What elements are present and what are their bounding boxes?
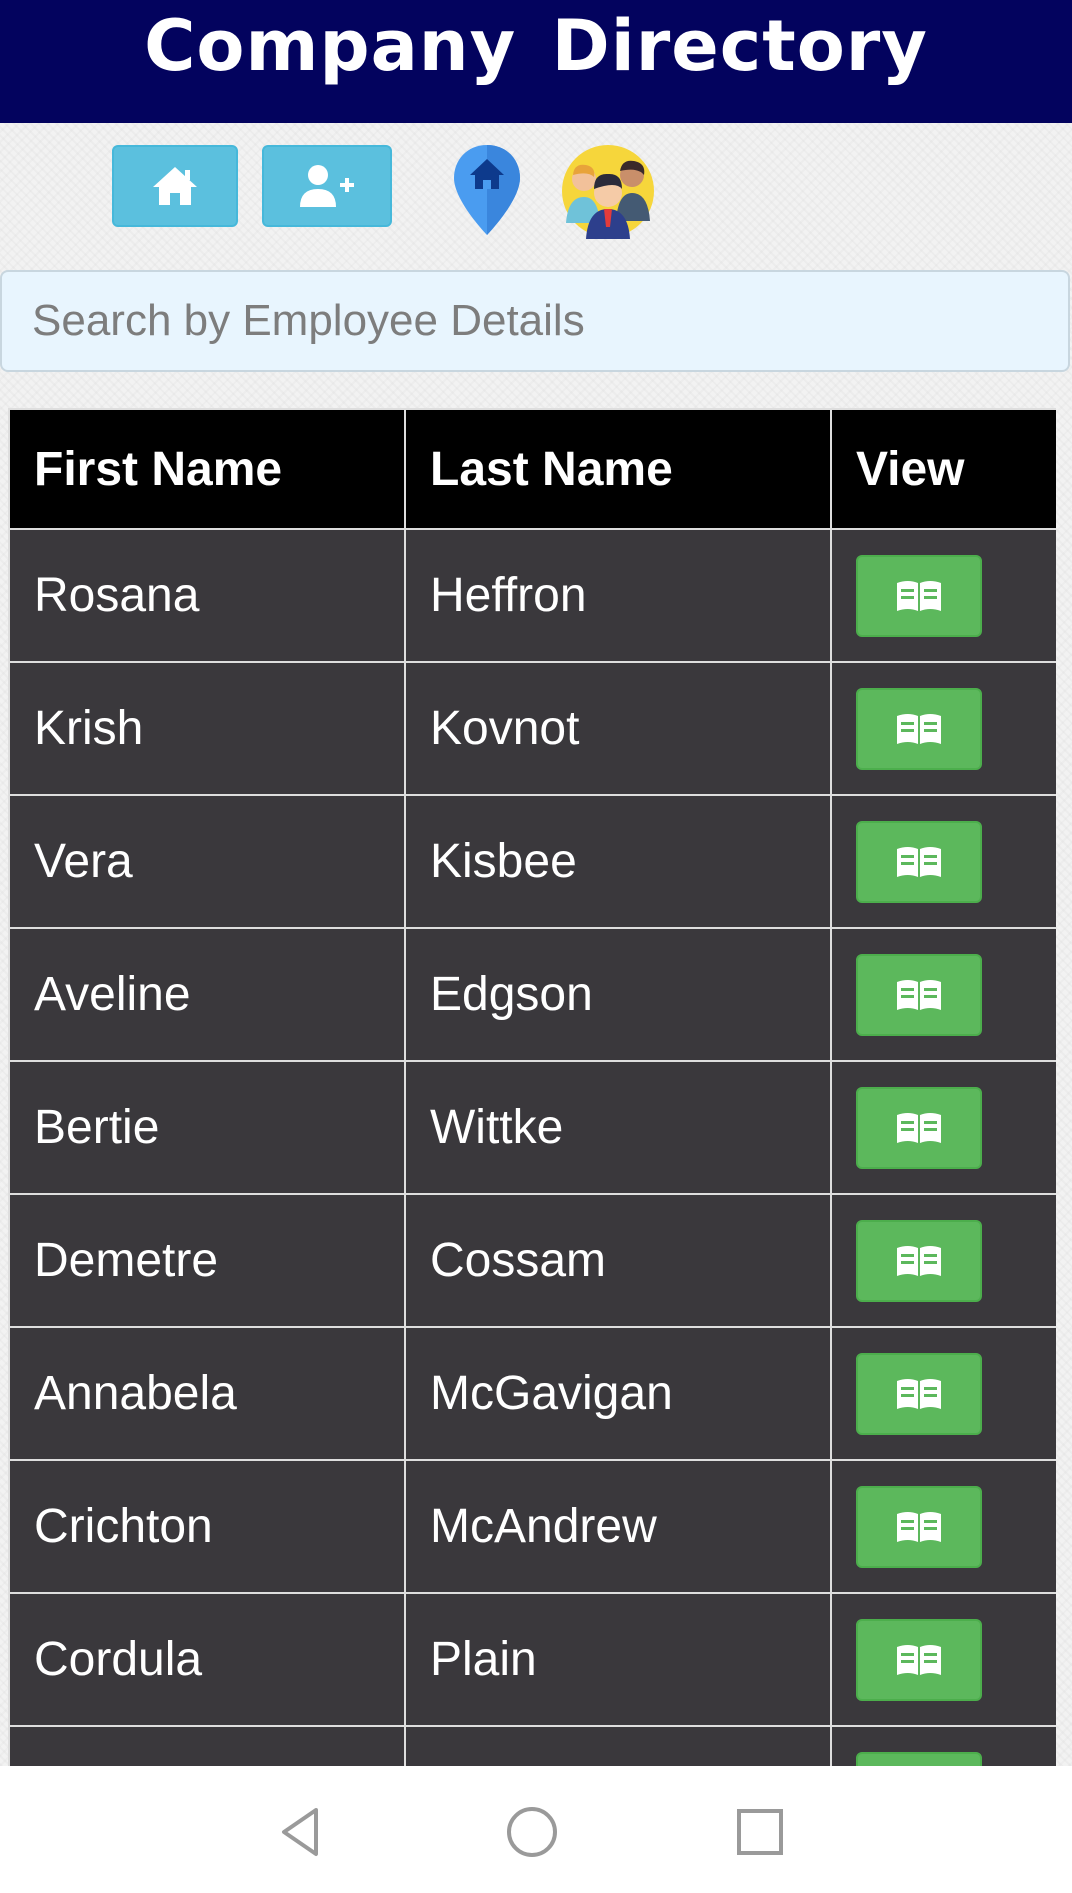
table-row: Crichton McAndrew [8,1459,1056,1594]
view-cell [830,1725,1056,1766]
table-row: Rosana Heffron [8,528,1056,663]
table-header-row: First Name Last Name View [8,408,1056,530]
table-row: Cordula Plain [8,1592,1056,1727]
first-name-cell: Demetre [8,1193,406,1328]
first-name-cell: Aveline [8,927,406,1062]
view-cell [830,1592,1056,1727]
open-book-icon [897,846,941,877]
last-name-cell: Cossam [404,1193,832,1328]
view-employee-button[interactable] [856,1086,982,1169]
view-cell [830,1193,1056,1328]
table-row [8,1725,1056,1766]
search-bar [0,270,1070,372]
last-name-cell: Wittke [404,1060,832,1195]
open-book-icon [897,1378,941,1409]
recents-square-icon[interactable] [730,1802,790,1862]
open-book-icon [897,1511,941,1542]
view-cell [830,1459,1056,1594]
employee-table: First Name Last Name View Rosana Heffron K… [8,408,1056,1766]
view-employee-button[interactable] [856,1751,982,1766]
open-book-icon [897,979,941,1010]
table-row: Krish Kovnot [8,661,1056,796]
system-navigation-bar [0,1766,1072,1893]
view-cell [830,927,1056,1062]
view-employee-button[interactable] [856,1352,982,1435]
table-row: Bertie Wittke [8,1060,1056,1195]
user-plus-icon [300,165,354,207]
view-cell [830,1060,1056,1195]
open-book-icon [897,1245,941,1276]
last-name-cell: McAndrew [404,1459,832,1594]
home-button[interactable] [112,145,238,227]
first-name-cell: Bertie [8,1060,406,1195]
open-book-icon [897,713,941,744]
table-row: Annabela McGavigan [8,1326,1056,1461]
page-title: Company Directory [144,5,928,87]
view-cell [830,661,1056,796]
home-circle-icon[interactable] [502,1802,562,1862]
view-employee-button[interactable] [856,1618,982,1701]
column-header-first-name[interactable]: First Name [8,408,406,530]
view-employee-button[interactable] [856,554,982,637]
last-name-cell: Heffron [404,528,832,663]
toolbar [0,123,1072,273]
view-employee-button[interactable] [856,953,982,1036]
view-cell [830,1326,1056,1461]
view-employee-button[interactable] [856,687,982,770]
table-row: Demetre Cossam [8,1193,1056,1328]
view-employee-button[interactable] [856,1219,982,1302]
first-name-cell [8,1725,406,1766]
last-name-cell [404,1725,832,1766]
first-name-cell: Cordula [8,1592,406,1727]
open-book-icon [897,1644,941,1675]
column-header-view: View [830,408,1056,530]
first-name-cell: Annabela [8,1326,406,1461]
search-input[interactable] [0,270,1070,372]
employee-table-container: First Name Last Name View Rosana Heffron K… [8,408,1056,1766]
first-name-cell: Crichton [8,1459,406,1594]
column-header-last-name[interactable]: Last Name [404,408,832,530]
table-body: Rosana Heffron Krish Kovnot Vera Kisbee Avelin… [8,528,1056,1766]
open-book-icon [897,580,941,611]
map-pin-home-icon[interactable] [452,143,522,237]
open-book-icon [897,1112,941,1143]
last-name-cell: Kovnot [404,661,832,796]
view-cell [830,794,1056,929]
view-employee-button[interactable] [856,1485,982,1568]
view-cell [830,528,1056,663]
first-name-cell: Krish [8,661,406,796]
view-employee-button[interactable] [856,820,982,903]
back-triangle-icon[interactable] [272,1802,332,1862]
last-name-cell: Plain [404,1592,832,1727]
last-name-cell: McGavigan [404,1326,832,1461]
team-people-icon[interactable] [560,143,656,239]
table-row: Aveline Edgson [8,927,1056,1062]
table-row: Vera Kisbee [8,794,1056,929]
first-name-cell: Vera [8,794,406,929]
first-name-cell: Rosana [8,528,406,663]
home-icon [153,167,197,205]
app-header: Company Directory [0,0,1072,123]
last-name-cell: Kisbee [404,794,832,929]
last-name-cell: Edgson [404,927,832,1062]
add-user-button[interactable] [262,145,392,227]
